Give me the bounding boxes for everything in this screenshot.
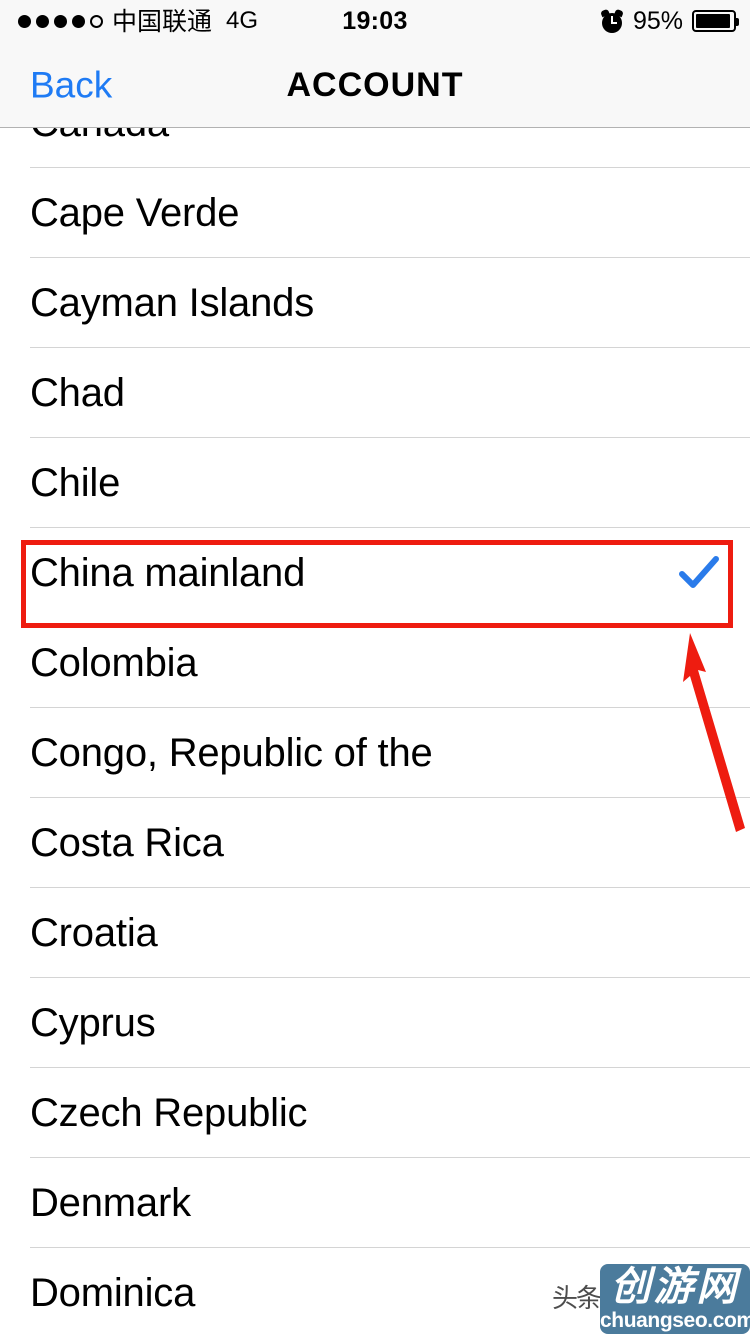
list-item[interactable]: Congo, Republic of the [0,708,750,798]
list-item[interactable]: Chad [0,348,750,438]
watermark-url-label: chuangseo.com [600,1309,750,1332]
list-item-label: Cyprus [30,1001,156,1045]
list-item-label: Denmark [30,1181,191,1225]
list-item-label: Croatia [30,911,158,955]
list-item[interactable]: Cayman Islands [0,258,750,348]
page-title: ACCOUNT [286,65,464,104]
navigation-bar: Back ACCOUNT [0,42,750,128]
watermark-brand-label: 创游网 [610,1264,740,1310]
alarm-clock-icon [600,8,624,33]
country-list[interactable]: Canada Cape Verde Cayman Islands Chad Chile C… [0,128,750,1334]
watermark-source-label: 头条 [552,1284,602,1314]
list-item[interactable]: China mainland [0,528,750,618]
list-item[interactable]: Cape Verde [0,168,750,258]
battery-icon [692,10,739,32]
list-item[interactable]: Croatia [0,888,750,978]
list-item[interactable]: Colombia [0,618,750,708]
list-item-label: Czech Republic [30,1091,308,1135]
watermark-badge: 创游网 chuangseo.com [600,1264,750,1334]
list-item-label: Canada [30,128,169,143]
battery-fill [696,14,731,28]
list-item[interactable]: Costa Rica [0,798,750,888]
list-item[interactable]: Denmark [0,1158,750,1248]
alarm-hand-horizontal [610,22,617,24]
list-item-label: China mainland [30,551,306,595]
phone-screen: 中国联通 4G 19:03 95% Back ACCOUNT Cape Verd… [0,0,750,1334]
list-item[interactable]: Chile [0,438,750,528]
list-item-label: Chile [30,461,121,505]
watermark: 头条 创游网 chuangseo.com [548,1262,750,1334]
list-item[interactable]: Cyprus [0,978,750,1068]
list-item-label: Dominica [30,1271,196,1315]
status-bar: 中国联通 4G 19:03 95% [0,0,750,42]
battery-cap [736,18,739,26]
list-item-label: Costa Rica [30,821,224,865]
clock-label: 19:03 [342,6,408,35]
list-item-label: Chad [30,371,125,415]
country-list-inner: Canada Cape Verde Cayman Islands Chad Chile C… [0,128,750,1334]
status-bar-right: 95% [600,0,739,42]
list-item[interactable]: Canada [0,128,750,168]
list-item-label: Colombia [30,641,198,685]
list-item[interactable]: Czech Republic [0,1068,750,1158]
list-item-label: Congo, Republic of the [30,731,433,775]
checkmark-icon [679,556,719,588]
battery-percent-label: 95% [632,6,683,35]
list-item-label: Cape Verde [30,191,240,235]
list-item-label: Cayman Islands [30,281,314,325]
